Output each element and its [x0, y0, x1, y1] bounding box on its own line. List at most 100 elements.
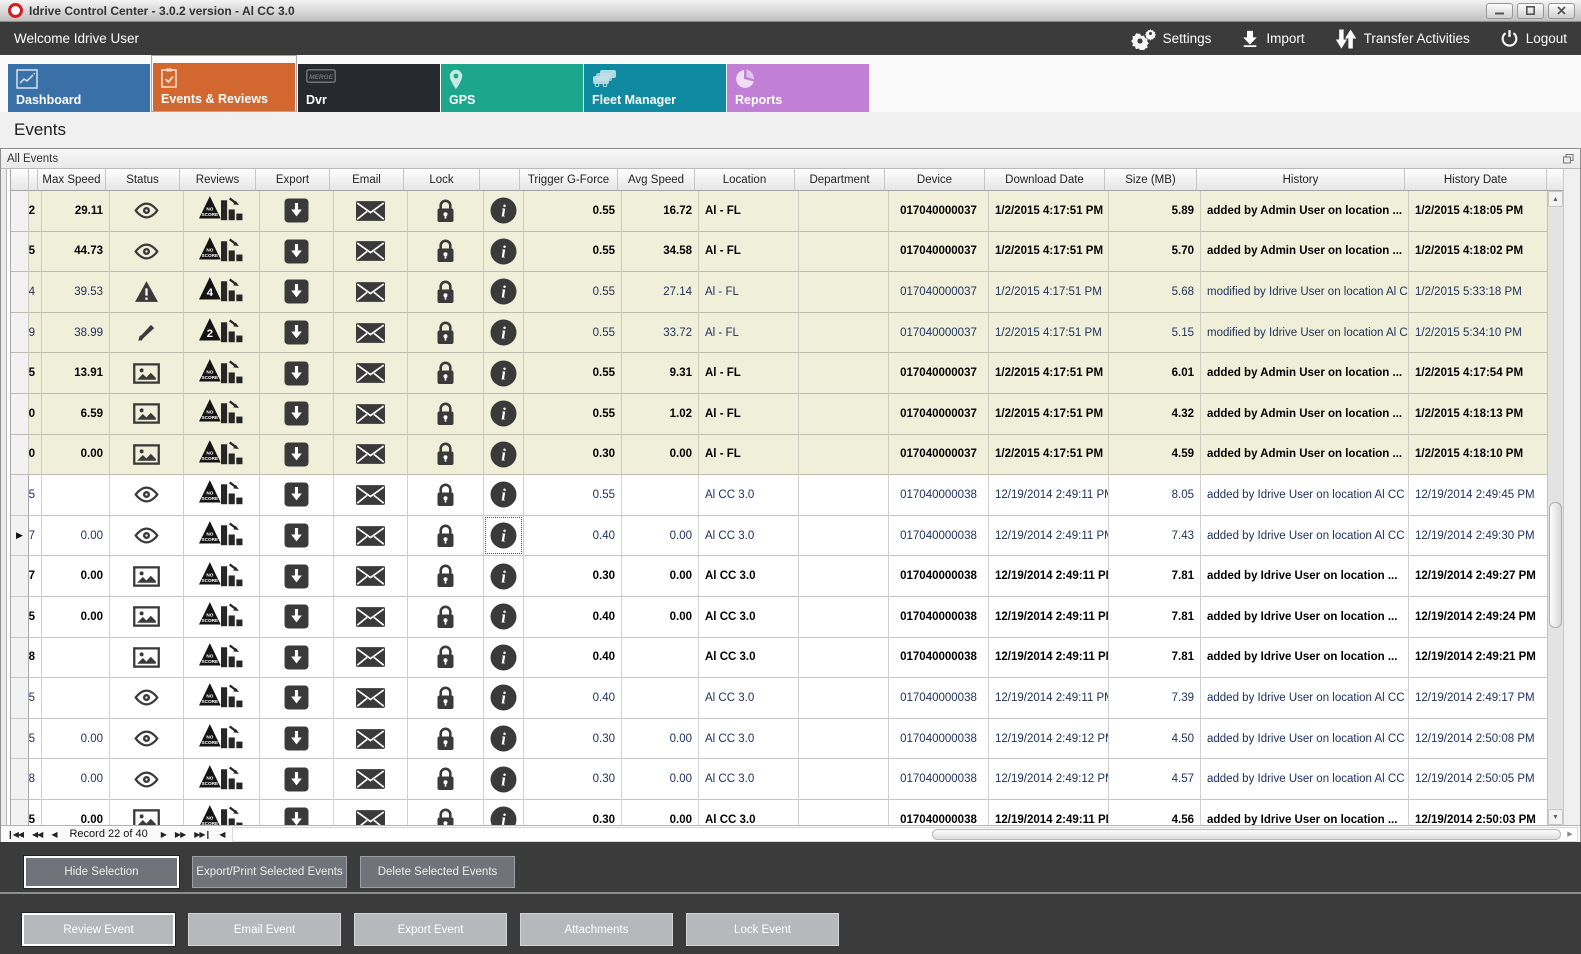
next-record-icon[interactable]: ▶ — [161, 830, 166, 839]
eye-status-icon[interactable] — [133, 243, 160, 260]
email-event-icon[interactable] — [356, 729, 385, 749]
minimize-button[interactable] — [1486, 3, 1513, 19]
export-event-icon[interactable] — [284, 767, 309, 792]
image-status-icon[interactable] — [133, 566, 160, 587]
info-event-icon[interactable]: i — [490, 278, 517, 305]
eye-status-icon[interactable] — [133, 202, 160, 219]
tab-events-reviews[interactable]: Events & Reviews — [153, 63, 295, 111]
email-event-icon[interactable] — [356, 566, 385, 586]
column-header-reviews[interactable]: Reviews — [180, 169, 256, 191]
info-event-icon[interactable]: i — [490, 360, 517, 387]
event-row[interactable]: 06.59NOSCOREi0.551.02Al - FL017040000037… — [11, 394, 1580, 435]
lock-event-icon[interactable] — [434, 279, 457, 305]
review-score-chart-icon[interactable]: NOSCORE — [199, 236, 244, 267]
row-selector[interactable] — [11, 435, 29, 476]
lock-event-icon[interactable] — [434, 766, 457, 792]
eye-status-icon[interactable] — [133, 486, 160, 503]
column-header-max-speed[interactable]: Max Speed — [38, 169, 106, 191]
event-row[interactable]: 80.00NOSCOREi0.300.00Al CC 3.00170400000… — [11, 759, 1580, 800]
event-row[interactable]: 70.00NOSCOREi0.300.00Al CC 3.00170400000… — [11, 556, 1580, 597]
row-selector[interactable] — [11, 232, 29, 273]
export-event-button[interactable]: Export Event — [354, 913, 507, 946]
lock-event-icon[interactable] — [434, 441, 457, 467]
row-selector[interactable] — [11, 638, 29, 679]
attachments-button[interactable]: Attachments — [520, 913, 673, 946]
row-selector[interactable] — [11, 800, 29, 825]
transfer-activities-button[interactable]: Transfer Activities — [1335, 29, 1470, 49]
image-status-icon[interactable] — [133, 403, 160, 424]
export-event-icon[interactable] — [284, 442, 309, 467]
hscroll-left-icon[interactable]: ◀ — [219, 830, 224, 839]
event-row[interactable]: 00.00NOSCOREi0.300.00Al - FL017040000037… — [11, 435, 1580, 476]
column-header-status[interactable]: Status — [106, 169, 180, 191]
lock-event-icon[interactable] — [434, 807, 457, 825]
export-event-icon[interactable] — [284, 564, 309, 589]
export-event-icon[interactable] — [284, 685, 309, 710]
scroll-up-icon[interactable]: ▲ — [1548, 191, 1563, 207]
lock-event-icon[interactable] — [434, 523, 457, 549]
info-event-icon[interactable]: i — [490, 806, 517, 825]
scroll-down-icon[interactable]: ▼ — [1548, 809, 1563, 825]
column-header-download-date[interactable]: Download Date — [985, 169, 1105, 191]
email-event-icon[interactable] — [356, 810, 385, 825]
next-page-icon[interactable]: ▶▶ — [175, 830, 185, 839]
email-event-icon[interactable] — [356, 323, 385, 343]
info-event-icon[interactable]: i — [490, 481, 517, 508]
email-event-icon[interactable] — [356, 201, 385, 221]
tab-gps[interactable]: GPS — [441, 64, 583, 112]
restore-panel-icon[interactable] — [1563, 154, 1574, 164]
lock-event-icon[interactable] — [434, 726, 457, 752]
email-event-icon[interactable] — [356, 769, 385, 789]
review-score-chart-icon[interactable]: NOSCORE — [199, 642, 244, 673]
email-event-icon[interactable] — [356, 444, 385, 464]
review-score-chart-icon[interactable]: NOSCORE — [199, 682, 244, 713]
horizontal-scrollbar[interactable]: ▶ — [232, 827, 1578, 842]
review-score-chart-icon[interactable]: NOSCORE — [199, 439, 244, 470]
review-score-chart-icon[interactable]: 2 — [199, 317, 244, 348]
email-event-icon[interactable] — [356, 241, 385, 261]
column-header-email[interactable]: Email — [330, 169, 404, 191]
delete-selected-events-button[interactable]: Delete Selected Events — [360, 856, 515, 888]
row-selector[interactable] — [11, 556, 29, 597]
lock-event-icon[interactable] — [434, 320, 457, 346]
row-selector[interactable] — [11, 475, 29, 516]
logout-button[interactable]: Logout — [1500, 29, 1567, 48]
column-header-size-mb-[interactable]: Size (MB) — [1105, 169, 1197, 191]
last-record-icon[interactable]: ▶▶❙ — [194, 830, 210, 839]
info-event-icon[interactable]: i — [490, 644, 517, 671]
warning-status-icon[interactable] — [134, 280, 159, 303]
info-event-icon[interactable]: i — [490, 522, 517, 549]
export-event-icon[interactable] — [284, 239, 309, 264]
email-event-button[interactable]: Email Event — [188, 913, 341, 946]
event-row[interactable]: 439.534i0.5527.14Al - FL0170400000371/2/… — [11, 272, 1580, 313]
image-status-icon[interactable] — [133, 647, 160, 668]
column-header-export[interactable]: Export — [256, 169, 330, 191]
settings-button[interactable]: Settings — [1130, 28, 1212, 50]
info-event-icon[interactable]: i — [490, 400, 517, 427]
tab-dvr[interactable]: MERGEDvr — [298, 64, 440, 112]
import-button[interactable]: Import — [1241, 29, 1304, 48]
column-header-sel[interactable] — [11, 169, 29, 191]
review-score-chart-icon[interactable]: NOSCORE — [199, 479, 244, 510]
row-selector[interactable] — [11, 272, 29, 313]
row-selector[interactable] — [11, 678, 29, 719]
vertical-scroll-thumb[interactable] — [1549, 502, 1562, 629]
eye-status-icon[interactable] — [133, 689, 160, 706]
email-event-icon[interactable] — [356, 485, 385, 505]
review-score-chart-icon[interactable]: NOSCORE — [199, 804, 244, 825]
event-row[interactable]: 5NOSCOREi0.55Al CC 3.001704000003812/19/… — [11, 475, 1580, 516]
row-selector[interactable] — [11, 597, 29, 638]
email-event-icon[interactable] — [356, 688, 385, 708]
first-record-icon[interactable]: ❙◀◀ — [7, 830, 23, 839]
image-status-icon[interactable] — [133, 363, 160, 384]
info-event-icon[interactable]: i — [490, 197, 517, 224]
row-selector[interactable] — [11, 353, 29, 394]
event-row[interactable]: ▶70.00NOSCOREi0.400.00Al CC 3.0017040000… — [11, 516, 1580, 557]
review-event-button[interactable]: Review Event — [22, 913, 175, 946]
eye-status-icon[interactable] — [133, 527, 160, 544]
row-selector[interactable] — [11, 759, 29, 800]
column-header-department[interactable]: Department — [795, 169, 885, 191]
export-event-icon[interactable] — [284, 401, 309, 426]
eye-status-icon[interactable] — [133, 730, 160, 747]
maximize-button[interactable] — [1517, 3, 1544, 19]
